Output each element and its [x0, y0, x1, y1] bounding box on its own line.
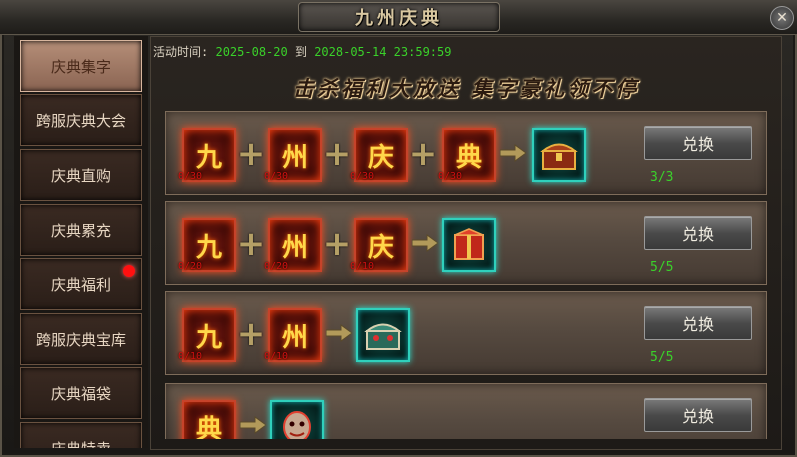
arrow-right-icon	[500, 144, 526, 162]
activity-to: 到	[294, 45, 307, 59]
character-item-icon[interactable]: 庆 0/30	[350, 128, 408, 182]
character-glyph: 典	[195, 414, 222, 440]
title-bar: 九州庆典 ✕	[0, 0, 797, 35]
character-count: 0/30	[178, 171, 203, 182]
character-item-icon[interactable]: 州 0/20	[264, 218, 322, 272]
close-icon[interactable]: ✕	[770, 6, 794, 30]
sidebar-item-label: 庆典直购	[50, 166, 111, 185]
plus-icon: +	[236, 224, 266, 264]
character-item-icon[interactable]: 州 0/30	[264, 128, 322, 182]
activity-time: 活动时间: 2025-08-20 到 2028-05-14 23:59:59	[153, 43, 451, 60]
sidebar-item-collect-characters[interactable]: 庆典集字	[20, 40, 142, 92]
jewel-chest-icon[interactable]	[356, 308, 410, 362]
exchange-row: 九 0/10 + 州 0/10 兑换 5/5	[165, 291, 767, 375]
sidebar-item-label: 庆典福利	[50, 275, 111, 294]
character-glyph: 九	[195, 232, 222, 263]
activity-time-label: 活动时间:	[153, 45, 209, 59]
character-count: 0/20	[178, 261, 203, 272]
character-count: 0/30	[264, 171, 289, 182]
sidebar-item-lucky-bag[interactable]: 庆典福袋	[20, 367, 142, 419]
exchange-row: 九 0/20 + 州 0/20 + 庆 0/10 兑换 5/5	[165, 201, 767, 285]
sidebar: 庆典集字 跨服庆典大会 庆典直购 庆典累充 庆典福利 跨服庆典宝库 庆典福袋 庆…	[14, 36, 148, 448]
plus-icon: +	[322, 134, 352, 174]
activity-start: 2025-08-20	[215, 45, 288, 59]
character-glyph: 九	[195, 142, 222, 173]
activity-end: 2028-05-14 23:59:59	[314, 45, 452, 59]
character-count: 0/30	[438, 171, 463, 182]
exchange-button[interactable]: 兑换	[644, 306, 752, 340]
sidebar-item-celebration-welfare[interactable]: 庆典福利	[20, 258, 142, 310]
sidebar-item-label: 庆典福袋	[50, 384, 111, 403]
arrow-right-icon	[412, 234, 438, 252]
character-item-icon[interactable]: 九 0/10	[178, 308, 236, 362]
banner-slogan: 击杀福利大放送 集字豪礼领不停	[292, 76, 640, 101]
sidebar-item-label: 跨服庆典宝库	[35, 330, 126, 349]
character-glyph: 州	[281, 322, 308, 353]
arrow-right-icon	[240, 416, 266, 434]
arrow-right-icon	[326, 324, 352, 342]
character-glyph: 州	[281, 142, 308, 173]
title-plate: 九州庆典	[298, 2, 500, 32]
character-count: 0/10	[350, 261, 375, 272]
sidebar-item-label: 庆典集字	[50, 57, 111, 76]
sidebar-item-cross-server-vault[interactable]: 跨服庆典宝库	[20, 313, 142, 365]
character-item-icon[interactable]: 庆 0/10	[350, 218, 408, 272]
remaining-count: 5/5	[650, 260, 674, 275]
character-glyph: 九	[195, 322, 222, 353]
plus-icon: +	[236, 134, 266, 174]
exchange-button[interactable]: 兑换	[644, 398, 752, 432]
sidebar-item-label: 庆典特卖	[51, 438, 111, 449]
exchange-row: 典 兑换	[165, 383, 767, 439]
exchange-button[interactable]: 兑换	[644, 216, 752, 250]
character-count: 0/10	[178, 351, 203, 362]
character-glyph: 典	[455, 142, 482, 173]
character-glyph: 庆	[367, 232, 394, 263]
main-panel: 活动时间: 2025-08-20 到 2028-05-14 23:59:59 击…	[150, 36, 782, 450]
notification-dot	[123, 265, 135, 277]
sidebar-item-cumulative-recharge[interactable]: 庆典累充	[20, 204, 142, 256]
character-count: 0/30	[350, 171, 375, 182]
character-item-icon[interactable]: 典 0/30	[438, 128, 496, 182]
plus-icon: +	[322, 224, 352, 264]
remaining-count: 5/5	[650, 350, 674, 365]
sidebar-item-special-sale[interactable]: 庆典特卖	[20, 422, 142, 448]
character-glyph: 州	[281, 232, 308, 263]
exchange-list[interactable]: 九 0/30 + 州 0/30 + 庆 0/30 + 典 0/30 兑换 3/3…	[165, 109, 769, 439]
character-glyph: 庆	[367, 142, 394, 173]
warrior-mask-icon[interactable]	[270, 400, 324, 439]
sidebar-item-cross-server-celebration[interactable]: 跨服庆典大会	[20, 94, 142, 146]
plus-icon: +	[236, 314, 266, 354]
character-item-icon[interactable]: 州 0/10	[264, 308, 322, 362]
event-window: 九州庆典 ✕ 庆典集字 跨服庆典大会 庆典直购 庆典累充 庆典福利 跨服庆典宝库…	[0, 0, 797, 457]
character-count: 0/20	[264, 261, 289, 272]
exchange-row: 九 0/30 + 州 0/30 + 庆 0/30 + 典 0/30 兑换 3/3	[165, 111, 767, 195]
treasure-chest-icon[interactable]	[532, 128, 586, 182]
character-item-icon[interactable]: 九 0/30	[178, 128, 236, 182]
character-item-icon[interactable]: 典	[182, 400, 236, 439]
sidebar-item-label: 庆典累充	[50, 221, 111, 240]
character-item-icon[interactable]: 九 0/20	[178, 218, 236, 272]
plus-icon: +	[408, 134, 438, 174]
sidebar-item-direct-purchase[interactable]: 庆典直购	[20, 149, 142, 201]
character-count: 0/10	[264, 351, 289, 362]
window-title: 九州庆典	[355, 8, 443, 29]
remaining-count: 3/3	[650, 170, 674, 185]
sidebar-item-label: 跨服庆典大会	[35, 111, 126, 130]
exchange-button[interactable]: 兑换	[644, 126, 752, 160]
red-gift-box-icon[interactable]	[442, 218, 496, 272]
